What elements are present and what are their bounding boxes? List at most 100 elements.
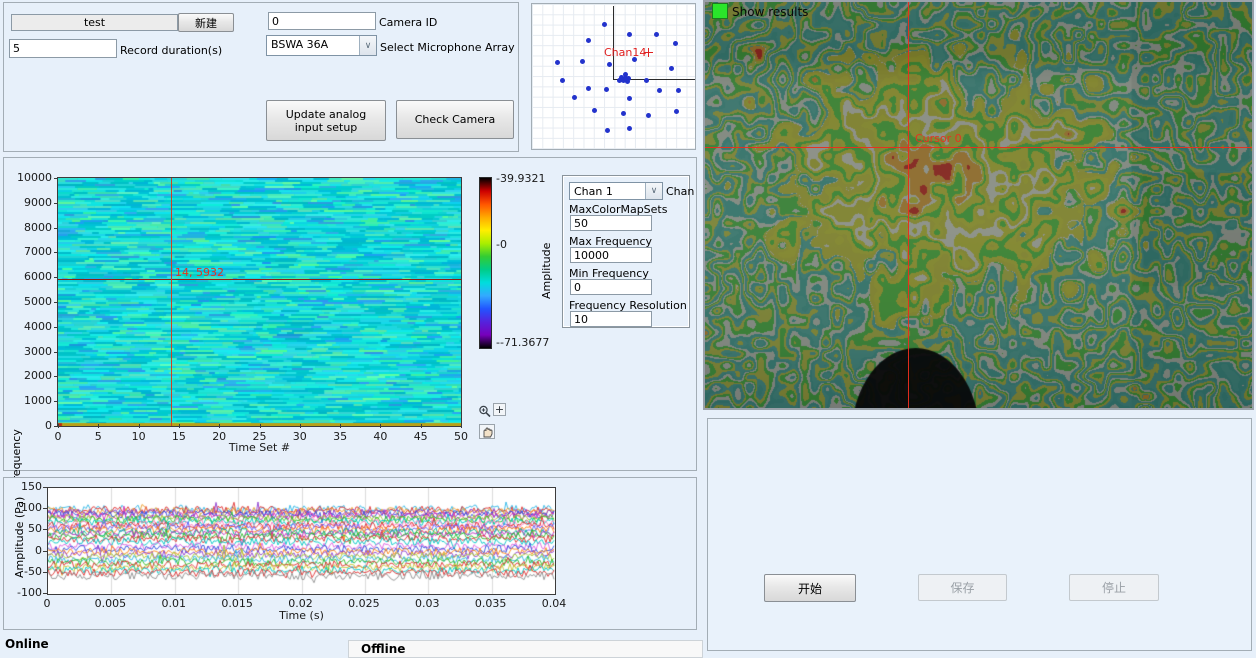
- waveform-ytick: 100: [10, 501, 42, 514]
- mic-dot: [592, 108, 597, 113]
- mic-dot: [586, 86, 591, 91]
- chevron-down-icon[interactable]: ∨: [359, 36, 376, 55]
- tick-mark: [300, 424, 301, 428]
- offline-status-label: Offline: [361, 642, 405, 656]
- spectrogram-panel: 14, 5932 Frequency Time Set # -39.9321 -…: [3, 157, 697, 471]
- mic-dot: [604, 87, 609, 92]
- magnifier-plus-icon: [478, 405, 491, 418]
- mic-dot: [580, 59, 585, 64]
- spectrogram-ytick: 9000: [16, 196, 52, 209]
- mic-dot: [627, 32, 632, 37]
- colorbar-title: Amplitude: [540, 236, 553, 306]
- record-duration-input[interactable]: [9, 39, 117, 58]
- mic-dot: [646, 113, 651, 118]
- mic-array-dropdown[interactable]: BSWA 36A ∨: [266, 35, 377, 56]
- colorbar-min-label: --71.3677: [496, 336, 549, 349]
- update-analog-input-button[interactable]: Update analog input setup: [266, 100, 386, 141]
- tick-mark: [54, 252, 58, 253]
- tick-mark: [260, 424, 261, 428]
- pan-tool-button[interactable]: [479, 424, 495, 439]
- run-control-panel: 开始 保存 停止: [707, 418, 1252, 651]
- max-colormap-sets-input[interactable]: [570, 215, 652, 231]
- waveform-xlabel: Time (s): [47, 609, 556, 622]
- spectrogram-ytick: 10000: [16, 171, 52, 184]
- waveform-xtick: 0.015: [215, 597, 259, 610]
- tick-mark: [340, 424, 341, 428]
- online-status-label: Online: [5, 637, 49, 651]
- show-results-checkbox[interactable]: [712, 3, 728, 19]
- channel-dropdown-value: Chan 1: [570, 183, 645, 199]
- amplitude-colorbar: [479, 177, 492, 349]
- mic-array-label: Select Microphone Array: [380, 41, 515, 54]
- spectrogram-xtick: 30: [285, 430, 315, 443]
- min-frequency-input[interactable]: [570, 279, 652, 295]
- project-name-input[interactable]: [11, 14, 178, 31]
- spectrogram-ytick: 5000: [16, 295, 52, 308]
- camera-result-view[interactable]: Cursor 0 Show results: [703, 0, 1254, 410]
- mic-dot: [605, 128, 610, 133]
- spectrogram-xtick: 20: [204, 430, 234, 443]
- zoom-tool-button[interactable]: [477, 404, 492, 418]
- mic-dot: [555, 60, 560, 65]
- mic-dot: [617, 78, 622, 83]
- tick-mark: [380, 424, 381, 428]
- stop-button[interactable]: 停止: [1069, 574, 1159, 601]
- waveform-ytick: 0: [10, 544, 42, 557]
- tick-mark: [58, 424, 59, 428]
- mic-dot: [627, 96, 632, 101]
- mic-dot: [644, 78, 649, 83]
- waveform-canvas[interactable]: [48, 488, 555, 594]
- acoustic-camera-app: 新建 Record duration(s) Camera ID BSWA 36A…: [0, 0, 1256, 658]
- tick-mark: [54, 302, 58, 303]
- setup-panel: 新建 Record duration(s) Camera ID BSWA 36A…: [3, 2, 519, 152]
- spectrogram-xtick: 35: [325, 430, 355, 443]
- mic-dot: [676, 88, 681, 93]
- mic-dot: [621, 111, 626, 116]
- colorbar-mid-label: -0: [496, 238, 507, 251]
- chan14-cursor-label: Chan14: [604, 46, 646, 59]
- waveform-xtick: 0.005: [88, 597, 132, 610]
- save-button[interactable]: 保存: [918, 574, 1007, 601]
- spectrogram-canvas[interactable]: [58, 178, 461, 426]
- new-project-button[interactable]: 新建: [178, 13, 234, 32]
- mic-dot: [602, 22, 607, 27]
- pan-hand-icon: [481, 426, 493, 438]
- frequency-resolution-input[interactable]: [570, 311, 652, 327]
- tick-mark: [43, 508, 47, 509]
- spectrogram-xtick: 40: [365, 430, 395, 443]
- tick-mark: [219, 424, 220, 428]
- offline-status-indicator: Offline: [348, 640, 703, 658]
- check-camera-button[interactable]: Check Camera: [396, 100, 514, 139]
- waveform-xtick: 0.03: [405, 597, 449, 610]
- tick-mark: [139, 424, 140, 428]
- spectrogram-cursor-readout: 14, 5932: [175, 266, 224, 279]
- show-results-label: Show results: [732, 5, 808, 19]
- camera-id-input[interactable]: [268, 12, 376, 30]
- tick-mark: [43, 593, 47, 594]
- tick-mark: [421, 424, 422, 428]
- tick-mark: [179, 424, 180, 428]
- spectrogram-xtick: 10: [124, 430, 154, 443]
- waveform-ytick: 50: [10, 522, 42, 535]
- cursor-tool-button[interactable]: +: [493, 403, 506, 416]
- chan14-cross-marker: [644, 48, 653, 57]
- waveform-plot[interactable]: [47, 487, 556, 595]
- camera-cursor-label: Cursor 0: [915, 132, 962, 145]
- spectrogram-ytick: 4000: [16, 320, 52, 333]
- waveform-xtick: 0.025: [342, 597, 386, 610]
- max-frequency-input[interactable]: [570, 247, 652, 263]
- camera-heatmap-canvas[interactable]: [705, 2, 1252, 408]
- mic-dot: [673, 41, 678, 46]
- spectrogram-plot[interactable]: 14, 5932: [57, 177, 462, 427]
- channel-dropdown[interactable]: Chan 1 ∨: [569, 182, 663, 200]
- spectrogram-ytick: 1000: [16, 394, 52, 407]
- spectrogram-xtick: 0: [43, 430, 73, 443]
- mic-dot: [654, 32, 659, 37]
- analysis-controls-box: Chan 1 ∨ Chan MaxColorMapSets Max Freque…: [562, 175, 690, 328]
- mic-dot: [572, 95, 577, 100]
- tick-mark: [54, 228, 58, 229]
- start-button[interactable]: 开始: [764, 574, 856, 602]
- chevron-down-icon[interactable]: ∨: [645, 183, 662, 199]
- spectrogram-ytick: 7000: [16, 245, 52, 258]
- spectrogram-xtick: 50: [446, 430, 476, 443]
